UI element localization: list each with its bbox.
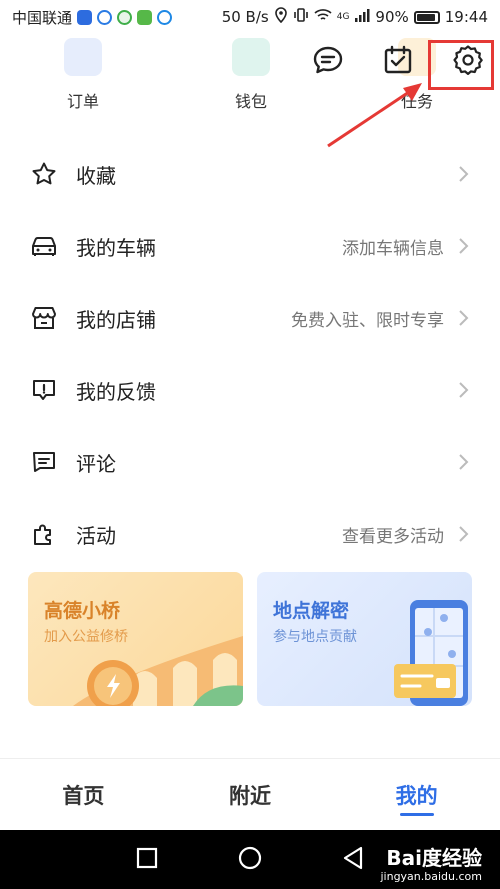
network-speed: 50 B/s xyxy=(221,8,269,26)
car-icon xyxy=(30,232,58,260)
battery-icon xyxy=(413,10,440,24)
grid-label: 钱包 xyxy=(234,92,267,111)
watermark-brand: Bai度经验 xyxy=(386,845,482,870)
tab-mine[interactable]: 我的 xyxy=(333,759,500,830)
home-button[interactable] xyxy=(238,846,262,874)
clock: 19:44 xyxy=(444,8,488,26)
settings-highlight-box xyxy=(428,40,494,90)
system-nav-bar: Bai度经验 jingyan.baidu.com xyxy=(0,830,500,889)
tab-label: 附近 xyxy=(229,783,271,808)
back-button[interactable] xyxy=(342,846,364,874)
location-icon xyxy=(274,7,288,27)
battery-percent: 90% xyxy=(375,8,409,26)
message-icon xyxy=(313,46,343,74)
menu-item-my-store[interactable]: 我的店铺 免费入驻、限时专享 xyxy=(0,282,500,354)
calendar-check-icon xyxy=(384,45,412,74)
grid-item-wallet[interactable]: 钱包 xyxy=(206,34,296,114)
tab-label: 首页 xyxy=(62,783,105,808)
bridge-card[interactable]: 高德小桥 加入公益修桥 xyxy=(28,572,243,706)
status-bar: 中国联通 50 B/s 4G 90% 19:44 xyxy=(0,0,500,34)
green-app-icon xyxy=(137,9,153,25)
grid-label: 订单 xyxy=(66,92,99,111)
carrier-text: 中国联通 xyxy=(12,8,73,27)
menu-list: 收藏 我的车辆 添加车辆信息 我的店铺 免费入驻、限时专享 我的反馈 评论 活动… xyxy=(0,138,500,570)
checkin-button[interactable] xyxy=(378,40,418,80)
menu-label: 评论 xyxy=(76,451,116,476)
star-icon xyxy=(30,160,58,188)
chevron-right-icon xyxy=(459,382,469,398)
message-button[interactable] xyxy=(308,40,348,80)
comment-icon xyxy=(30,448,58,476)
app-notification-icon xyxy=(77,9,93,25)
wifi-icon xyxy=(314,8,332,26)
chevron-right-icon xyxy=(459,166,469,182)
card-title: 地点解密 xyxy=(273,600,350,622)
menu-label: 收藏 xyxy=(76,163,116,188)
tab-home[interactable]: 首页 xyxy=(0,759,167,830)
chevron-right-icon xyxy=(459,526,469,542)
menu-label: 我的店铺 xyxy=(76,307,156,332)
card-subtitle: 参与地点贡献 xyxy=(273,629,357,645)
watermark: Bai度经验 jingyan.baidu.com xyxy=(380,846,482,883)
watermark-url: jingyan.baidu.com xyxy=(380,869,482,883)
puzzle-icon xyxy=(30,520,58,548)
tab-label: 我的 xyxy=(395,783,438,808)
chevron-right-icon xyxy=(459,454,469,470)
status-left: 中国联通 xyxy=(12,7,173,28)
play-app-icon xyxy=(117,9,133,25)
paw-app-icon xyxy=(97,9,113,25)
store-icon xyxy=(30,304,58,332)
menu-label: 我的车辆 xyxy=(76,235,156,260)
menu-item-comments[interactable]: 评论 xyxy=(0,426,500,498)
feedback-icon xyxy=(30,376,58,404)
menu-hint: 查看更多活动 xyxy=(342,526,444,547)
vibrate-icon xyxy=(293,7,309,27)
place-card[interactable]: 地点解密 参与地点贡献 xyxy=(257,572,472,706)
grid-item-order[interactable]: 订单 xyxy=(38,34,128,114)
menu-hint: 添加车辆信息 xyxy=(342,238,444,259)
menu-hint: 免费入驻、限时专享 xyxy=(291,310,444,331)
back-triangle-icon xyxy=(343,846,363,869)
order-icon xyxy=(64,38,102,76)
menu-item-favorites[interactable]: 收藏 xyxy=(0,138,500,210)
menu-label: 活动 xyxy=(76,523,116,548)
signal-icon xyxy=(354,8,370,26)
network-type: 4G xyxy=(336,12,350,22)
promo-cards: 高德小桥 加入公益修桥 地点解密 参与地点贡献 xyxy=(28,572,472,706)
menu-item-my-vehicles[interactable]: 我的车辆 添加车辆信息 xyxy=(0,210,500,282)
menu-item-my-feedback[interactable]: 我的反馈 xyxy=(0,354,500,426)
wallet-icon xyxy=(232,38,270,76)
circle-app-icon xyxy=(157,9,173,25)
status-right: 50 B/s 4G 90% 19:44 xyxy=(222,7,488,27)
bridge-illustration xyxy=(73,636,243,706)
chevron-right-icon xyxy=(459,310,469,326)
recents-button[interactable] xyxy=(136,847,158,873)
circle-icon xyxy=(238,846,262,869)
bottom-tab-bar: 首页 附近 我的 xyxy=(0,758,500,830)
tab-nearby[interactable]: 附近 xyxy=(167,759,334,830)
chevron-right-icon xyxy=(459,238,469,254)
menu-label: 我的反馈 xyxy=(76,379,156,404)
square-icon xyxy=(136,847,158,868)
menu-item-activities[interactable]: 活动 查看更多活动 xyxy=(0,498,500,570)
phone-map-illustration xyxy=(394,600,468,706)
